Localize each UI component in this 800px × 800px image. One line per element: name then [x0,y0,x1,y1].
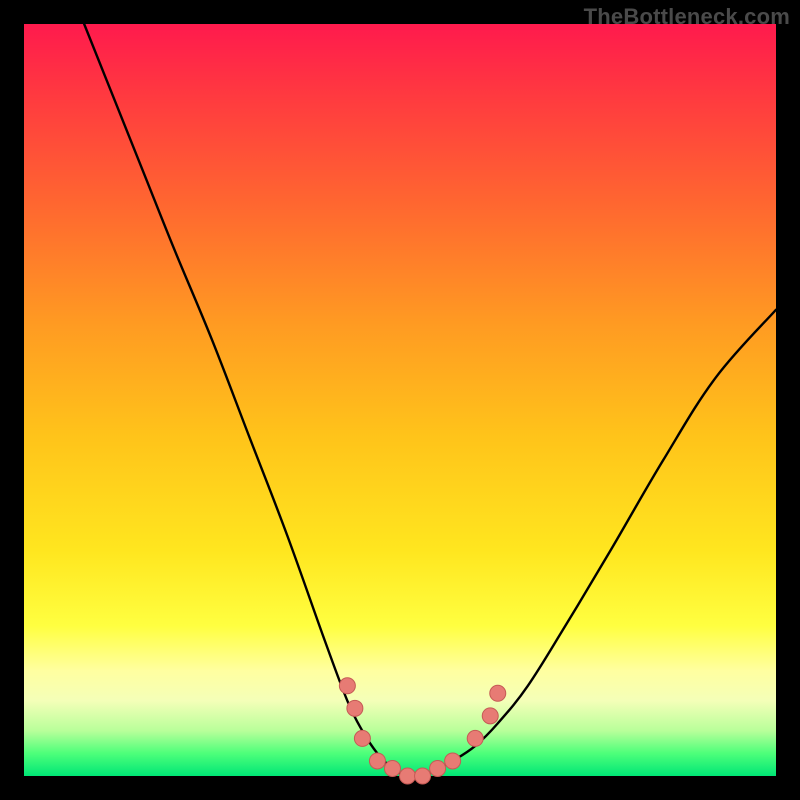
watermark-text: TheBottleneck.com [584,4,790,30]
curve-marker [347,700,363,716]
curve-marker [354,730,370,746]
curve-marker [482,708,498,724]
curve-marker [415,768,431,784]
bottleneck-curve-path [84,24,776,777]
curve-marker [369,753,385,769]
bottleneck-curve-svg [24,24,776,776]
curve-marker [467,730,483,746]
curve-marker [445,753,461,769]
curve-marker [339,678,355,694]
curve-marker [384,760,400,776]
chart-frame: TheBottleneck.com [0,0,800,800]
curve-marker [430,760,446,776]
curve-marker [400,768,416,784]
chart-plot-area [24,24,776,776]
curve-markers [339,678,505,784]
curve-marker [490,685,506,701]
